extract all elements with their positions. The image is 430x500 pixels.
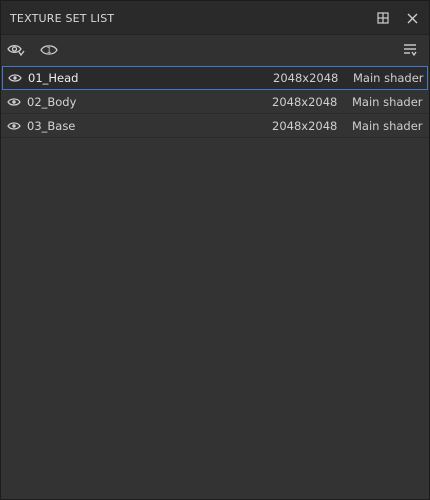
panel-titlebar: TEXTURE SET LIST [1, 1, 429, 35]
texture-set-shader: Main shader [352, 95, 423, 109]
panel-title: TEXTURE SET LIST [10, 12, 115, 25]
eye-refresh-icon[interactable] [7, 41, 25, 59]
texture-set-resolution: 2048x2048 [273, 71, 339, 85]
texture-set-shader: Main shader [352, 119, 423, 133]
texture-set-row-head[interactable]: 01_Head 2048x2048 Main shader [2, 66, 428, 90]
texture-set-list-panel: TEXTURE SET LIST 1 01_Head 2048x2048 Mai… [0, 0, 430, 500]
texture-set-name: 02_Body [27, 95, 77, 109]
texture-set-resolution: 2048x2048 [272, 95, 338, 109]
texture-set-resolution: 2048x2048 [272, 119, 338, 133]
solo-number-text: 1 [46, 46, 51, 55]
texture-set-name: 03_Base [27, 119, 76, 133]
texture-set-shader: Main shader [353, 71, 424, 85]
texture-set-name: 01_Head [28, 71, 79, 85]
texture-set-row-body[interactable]: 02_Body 2048x2048 Main shader [1, 90, 429, 114]
texture-set-row-base[interactable]: 03_Base 2048x2048 Main shader [1, 114, 429, 138]
visibility-eye-icon[interactable] [8, 72, 22, 84]
panel-toolbar: 1 [1, 35, 429, 65]
close-icon[interactable] [404, 10, 420, 26]
dock-icon[interactable] [375, 10, 391, 26]
texture-set-list: 01_Head 2048x2048 Main shader 02_Body 20… [1, 66, 429, 138]
solo-number-icon[interactable]: 1 [40, 41, 58, 59]
visibility-eye-icon[interactable] [7, 120, 21, 132]
visibility-eye-icon[interactable] [7, 96, 21, 108]
list-filter-icon[interactable] [401, 41, 419, 59]
